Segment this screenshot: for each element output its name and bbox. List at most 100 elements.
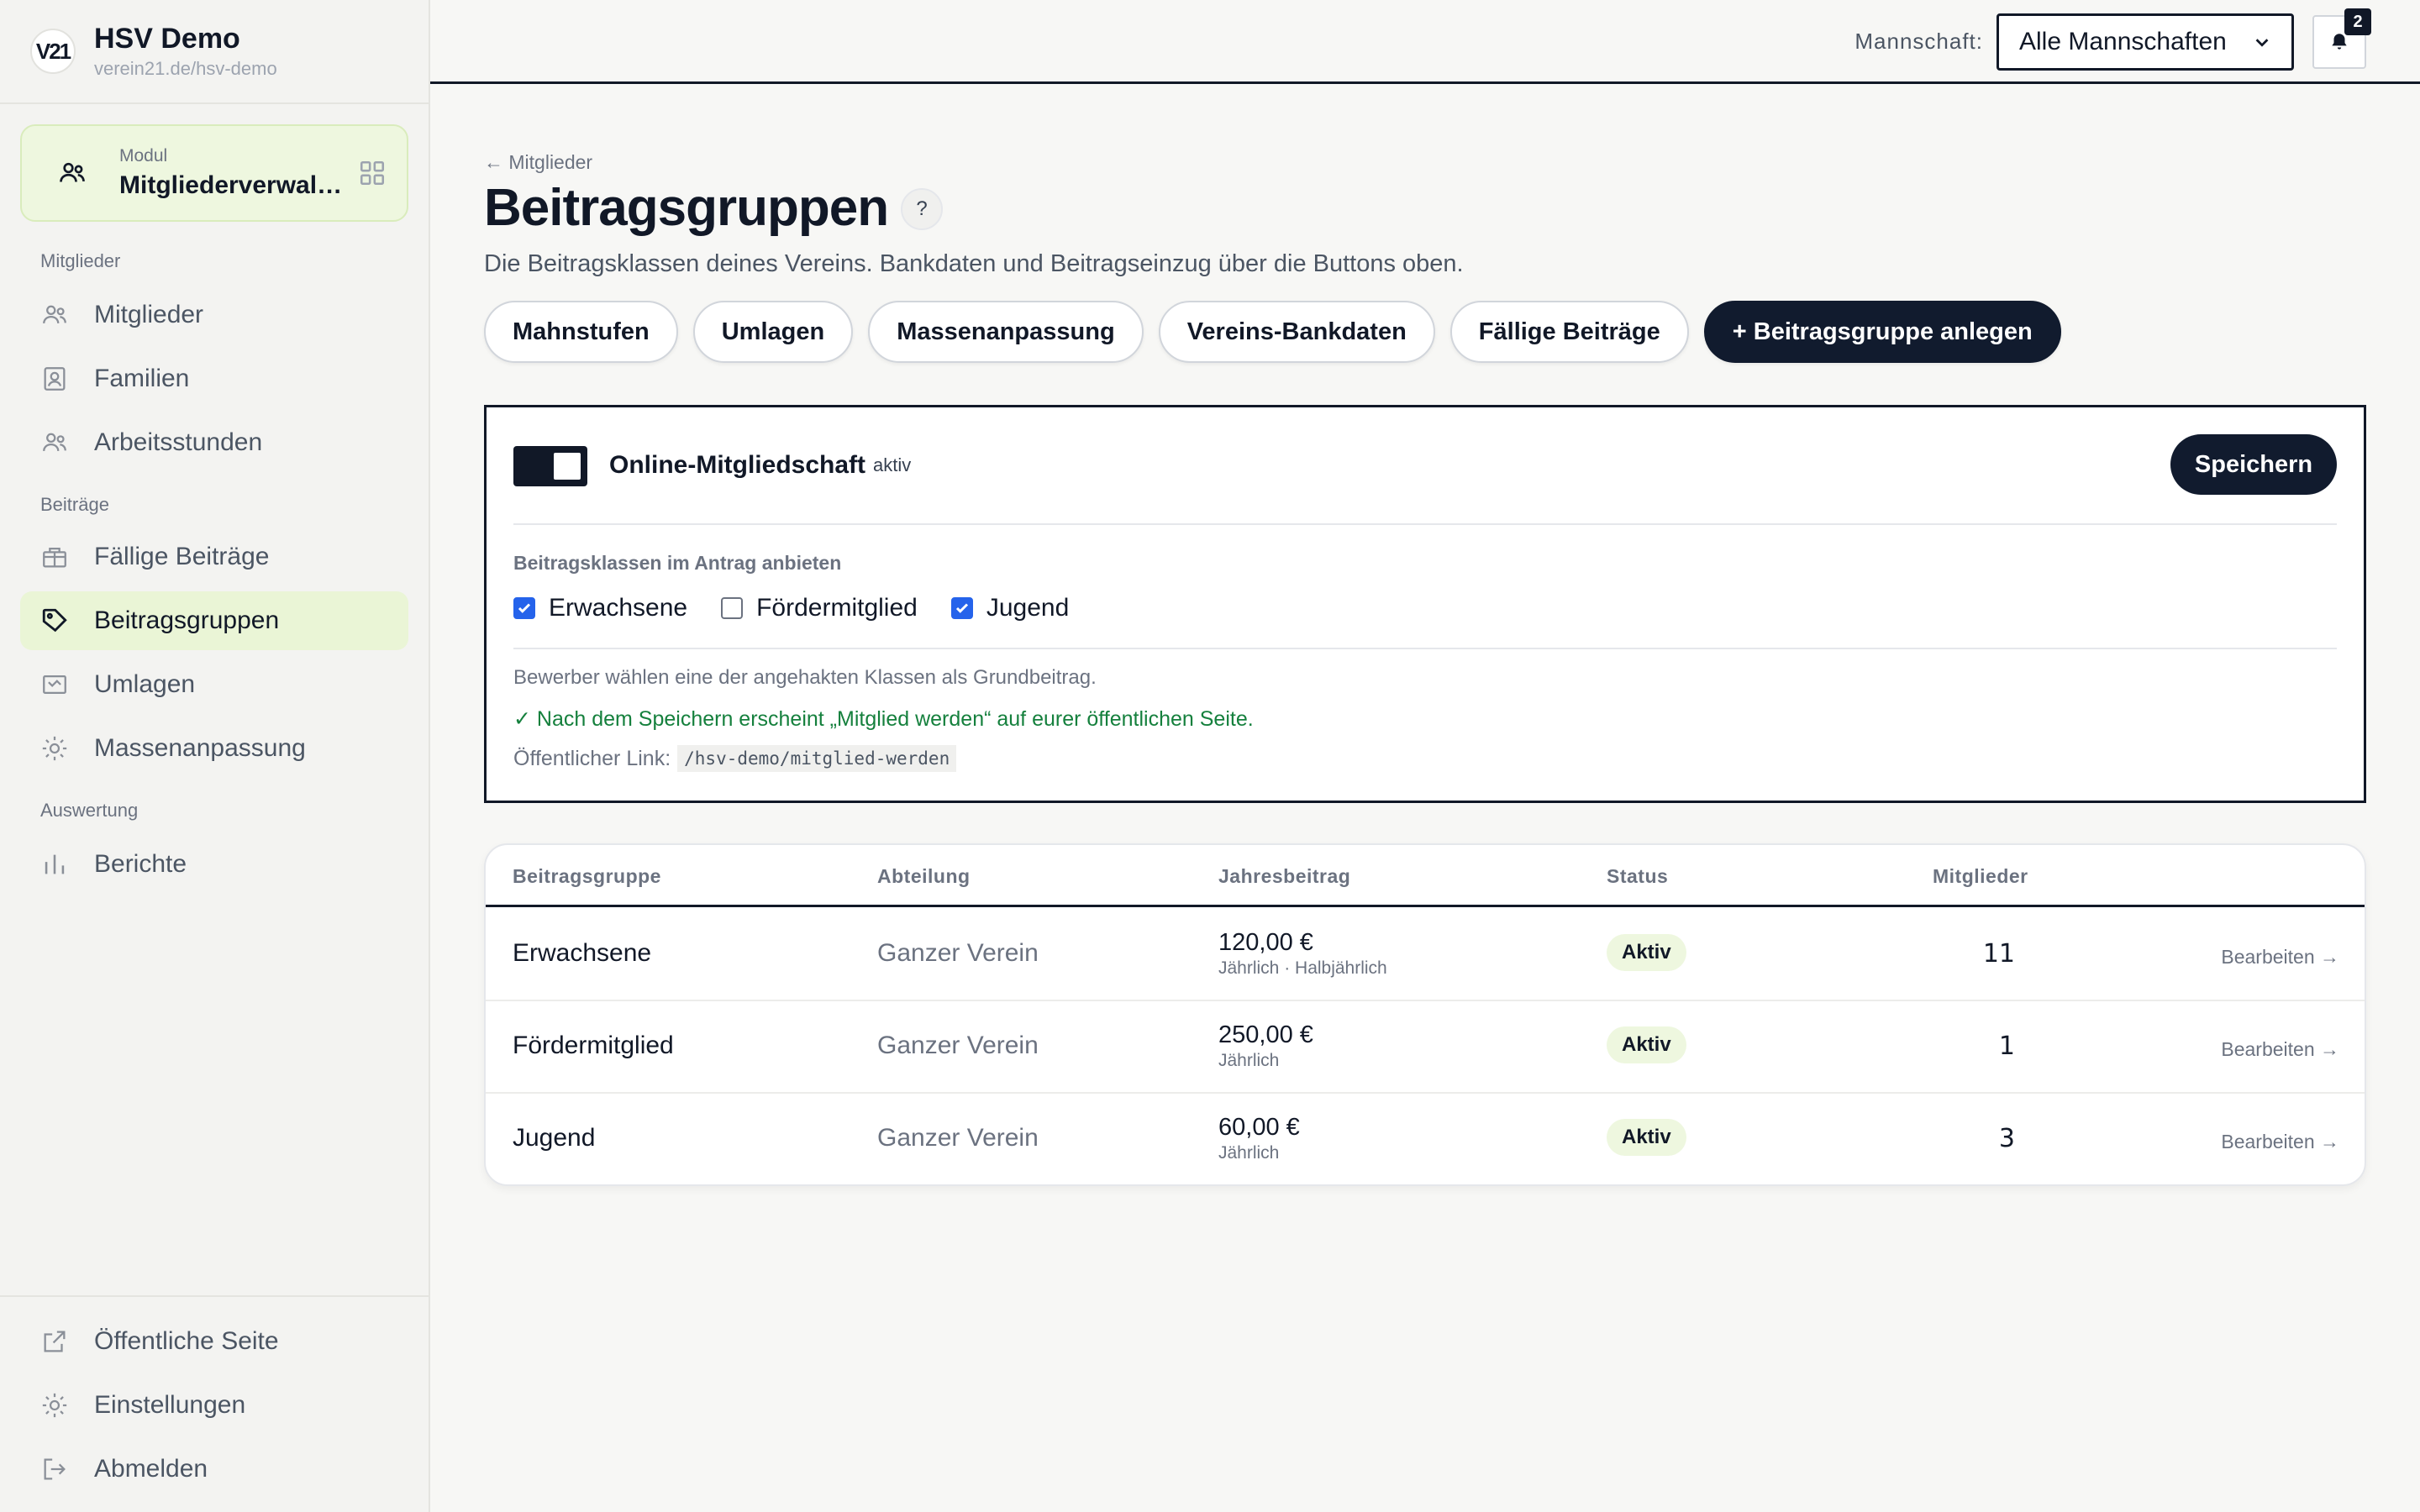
add-beitragsgruppe-button[interactable]: + Beitragsgruppe anlegen	[1703, 301, 2061, 363]
section-label-mitglieder: Mitglieder	[40, 250, 121, 271]
beitragsgruppen-table: Beitragsgruppe Abteilung Jahresbeitrag S…	[484, 843, 2366, 1186]
table-row[interactable]: Jugend Ganzer Verein 60,00 € Jährlich Ak…	[486, 1094, 2365, 1184]
checkbox-checked[interactable]	[513, 597, 535, 619]
sidebar-item-berichte[interactable]: Berichte	[20, 835, 408, 894]
group-department: Ganzer Verein	[877, 939, 1039, 967]
sidebar-item-mitglieder[interactable]: Mitglieder	[20, 286, 408, 344]
sidebar-item-beitragsgruppen[interactable]: Beitragsgruppen	[20, 591, 408, 650]
sidebar-item-umlagen[interactable]: Umlagen	[20, 655, 408, 714]
table-header: Beitragsgruppe Abteilung Jahresbeitrag S…	[486, 845, 2365, 907]
checkbox-foerdermitglied[interactable]: Fördermitglied	[721, 594, 918, 622]
status-badge: Aktiv	[1607, 934, 1686, 971]
public-link: Öffentlicher Link: /hsv-demo/mitglied-we…	[513, 745, 957, 772]
checkbox-jugend[interactable]: Jugend	[950, 594, 1069, 622]
club-url: verein21.de/hsv-demo	[94, 58, 277, 79]
class-checkboxes: Erwachsene Fördermitglied Jugend	[513, 594, 1069, 622]
sidebar-item-familien[interactable]: Familien	[20, 349, 408, 408]
notification-badge: 2	[2344, 8, 2371, 35]
status-badge: Aktiv	[1607, 1026, 1686, 1063]
group-fee: 250,00 € Jährlich	[1218, 1020, 1313, 1072]
ticket-icon	[43, 675, 66, 695]
module-label: Modul	[119, 146, 168, 165]
sidebar-divider	[0, 1295, 430, 1297]
fee-amount: 120,00 €	[1218, 929, 1313, 956]
check-icon	[955, 603, 968, 613]
fee-amount: 250,00 €	[1218, 1021, 1313, 1048]
club-logo: V21	[30, 29, 76, 74]
sidebar: V21 HSV Demo verein21.de/hsv-demo Modul …	[0, 0, 430, 1512]
save-button[interactable]: Speichern	[2170, 434, 2337, 495]
logout-icon	[44, 1458, 66, 1480]
sidebar-item-label: Massenanpassung	[94, 734, 306, 762]
help-button[interactable]: ?	[901, 188, 943, 230]
section-label-beitraege: Beiträge	[40, 494, 109, 515]
public-link-label: Öffentlicher Link:	[513, 746, 671, 770]
back-link[interactable]: ← Mitglieder	[484, 151, 592, 174]
faellige-beitraege-button[interactable]: Fällige Beiträge	[1449, 301, 1689, 363]
column-header: Beitragsgruppe	[513, 865, 661, 887]
group-name: Fördermitglied	[513, 1032, 674, 1059]
tag-icon	[42, 608, 67, 633]
checkbox-erwachsene[interactable]: Erwachsene	[513, 594, 687, 622]
sidebar-item-oeffentliche-seite[interactable]: Öffentliche Seite	[20, 1312, 408, 1371]
fee-amount: 60,00 €	[1218, 1114, 1300, 1141]
group-department: Ganzer Verein	[877, 1124, 1039, 1152]
checkbox-label: Fördermitglied	[756, 594, 918, 622]
column-header: Mitglieder	[1933, 865, 2028, 887]
sidebar-item-label: Berichte	[94, 850, 187, 878]
online-membership-card: Online-Mitgliedschaft aktiv Speichern Be…	[484, 405, 2366, 803]
users-icon	[60, 162, 85, 182]
module-switcher[interactable]: Modul Mitgliederverwaltung	[20, 124, 408, 222]
status-badge: Aktiv	[1607, 1119, 1686, 1156]
group-name: Erwachsene	[513, 939, 652, 967]
member-count: 11	[1982, 939, 2015, 969]
column-header: Status	[1607, 865, 1669, 887]
notifications-button[interactable]: 2	[2312, 8, 2371, 69]
checkbox-checked[interactable]	[950, 597, 973, 619]
team-select[interactable]: Alle Mannschaften	[1996, 13, 2294, 71]
settings-icon	[42, 1393, 67, 1418]
public-link-value[interactable]: /hsv-demo/mitglied-werden	[677, 745, 957, 772]
sidebar-item-abmelden[interactable]: Abmelden	[20, 1440, 408, 1499]
grid-icon[interactable]	[358, 159, 387, 187]
umlagen-button[interactable]: Umlagen	[692, 301, 854, 363]
table-row[interactable]: Erwachsene Ganzer Verein 120,00 € Jährli…	[486, 909, 2365, 1001]
club-name: HSV Demo	[94, 23, 240, 55]
divider	[513, 523, 2337, 525]
column-header: Abteilung	[877, 865, 971, 887]
online-membership-toggle[interactable]	[513, 446, 587, 486]
sidebar-item-label: Beitragsgruppen	[94, 606, 280, 634]
sidebar-item-faellige-beitraege[interactable]: Fällige Beiträge	[20, 528, 408, 586]
checkbox-unchecked[interactable]	[721, 597, 744, 619]
sidebar-item-massenanpassung[interactable]: Massenanpassung	[20, 719, 408, 778]
sidebar-item-label: Arbeitsstunden	[94, 428, 263, 456]
vereins-bankdaten-button[interactable]: Vereins-Bankdaten	[1158, 301, 1435, 363]
fee-interval: Jährlich · Halbjährlich	[1218, 958, 1387, 978]
section-label-auswertung: Auswertung	[40, 800, 139, 821]
mahnstufen-button[interactable]: Mahnstufen	[484, 301, 678, 363]
bar-chart-icon	[45, 854, 65, 874]
checkbox-label: Erwachsene	[549, 594, 688, 622]
group-fee: 120,00 € Jährlich · Halbjährlich	[1218, 927, 1387, 979]
massenanpassung-button[interactable]: Massenanpassung	[868, 301, 1144, 363]
sidebar-item-label: Mitglieder	[94, 301, 204, 328]
edit-link[interactable]: Bearbeiten →	[2221, 1131, 2339, 1153]
online-membership-status: aktiv	[873, 454, 912, 475]
sun-icon	[42, 736, 67, 761]
sidebar-item-arbeitsstunden[interactable]: Arbeitsstunden	[20, 413, 408, 472]
sidebar-item-label: Öffentliche Seite	[94, 1327, 279, 1355]
edit-link[interactable]: Bearbeiten →	[2221, 1038, 2339, 1061]
sidebar-item-einstellungen[interactable]: Einstellungen	[20, 1376, 408, 1435]
users-icon	[43, 305, 66, 324]
action-buttons: Mahnstufen Umlagen Massenanpassung Verei…	[484, 301, 2061, 363]
sidebar-item-label: Einstellungen	[94, 1391, 246, 1419]
applicant-note: Bewerber wählen eine der angehakten Klas…	[513, 666, 1097, 689]
page-title: Beitragsgruppen	[484, 179, 889, 237]
online-membership-title: Online-Mitgliedschaft	[609, 451, 866, 479]
table-row[interactable]: Fördermitglied Ganzer Verein 250,00 € Jä…	[486, 1001, 2365, 1094]
team-select-value: Alle Mannschaften	[2019, 28, 2227, 55]
offer-classes-label: Beitragsklassen im Antrag anbieten	[513, 552, 842, 574]
group-name: Jugend	[513, 1124, 596, 1152]
brand-header[interactable]: V21 HSV Demo verein21.de/hsv-demo	[0, 0, 429, 104]
edit-link[interactable]: Bearbeiten →	[2221, 946, 2339, 969]
